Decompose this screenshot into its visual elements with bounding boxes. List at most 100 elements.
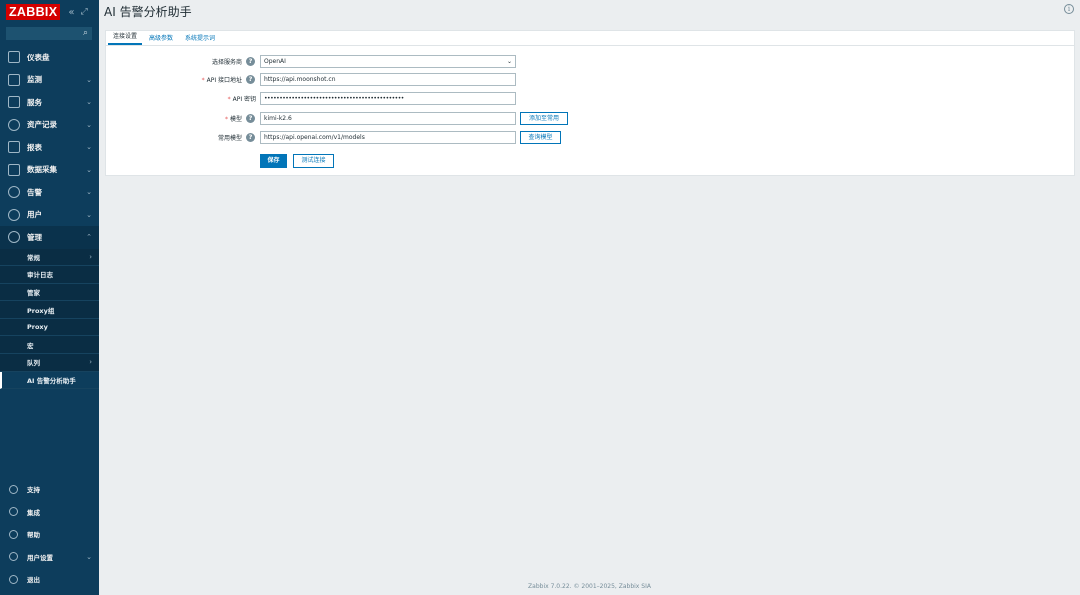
integrations-icon bbox=[9, 507, 18, 517]
chevron-down-icon: ⌄ bbox=[86, 165, 92, 174]
menu-item-label: 帮助 bbox=[27, 531, 40, 540]
menu-item-label: 用户 bbox=[27, 210, 42, 220]
chevron-down-icon: ⌄ bbox=[86, 210, 92, 219]
submenu-item-label: 管家 bbox=[27, 288, 40, 297]
tab-system-prompt[interactable]: 系统提示词 bbox=[180, 33, 220, 45]
bottom-menu: 支持 集成 帮助 用户设置 ⌄ 退出 bbox=[0, 478, 99, 591]
dashboard-icon bbox=[8, 51, 20, 64]
test-connection-button[interactable]: 测试连接 bbox=[293, 154, 334, 168]
user-settings-icon bbox=[9, 552, 18, 562]
provider-select[interactable]: OpenAI ⌄ bbox=[260, 54, 516, 68]
reports-icon bbox=[8, 141, 20, 154]
data-collection-icon bbox=[8, 163, 20, 176]
chevron-down-icon: ⌄ bbox=[86, 188, 92, 196]
administration-icon bbox=[8, 231, 20, 244]
submenu-item-label: Proxy bbox=[27, 323, 48, 332]
submenu-item-queue[interactable]: 队列 › bbox=[0, 354, 99, 372]
menu-item-services[interactable]: 服务 ⌄ bbox=[0, 91, 99, 114]
help-icon[interactable]: ? bbox=[246, 132, 255, 142]
help-icon[interactable]: ? bbox=[246, 56, 255, 66]
model-label: * 模型 bbox=[106, 114, 242, 123]
search-input[interactable] bbox=[7, 28, 77, 39]
menu-item-administration[interactable]: 管理 ⌃ bbox=[0, 226, 99, 249]
chevron-up-icon: ⌃ bbox=[86, 233, 92, 241]
required-mark: * bbox=[227, 95, 231, 103]
menu-item-integrations[interactable]: 集成 bbox=[0, 501, 99, 524]
menu-item-user-settings[interactable]: 用户设置 ⌄ bbox=[0, 546, 99, 569]
menu-item-users[interactable]: 用户 ⌄ bbox=[0, 204, 99, 227]
monitoring-icon bbox=[8, 73, 20, 86]
query-models-button[interactable]: 查询模型 bbox=[520, 130, 561, 144]
menu-item-alerts[interactable]: 告警 ⌄ bbox=[0, 181, 99, 204]
submenu-item-label: AI 告警分析助手 bbox=[27, 376, 76, 385]
api-key-input[interactable]: ••••••••••••••••••••••••••••••••••••••••… bbox=[260, 91, 516, 105]
menu-item-support[interactable]: 支持 bbox=[0, 478, 99, 501]
save-button[interactable]: 保存 bbox=[260, 154, 287, 168]
support-icon bbox=[9, 484, 18, 494]
zabbix-logo[interactable]: ZABBIX bbox=[6, 4, 61, 20]
api-url-input[interactable]: https://api.moonshot.cn bbox=[260, 72, 516, 86]
help-icon[interactable]: ? bbox=[246, 74, 255, 84]
menu-item-label: 资产记录 bbox=[27, 120, 57, 130]
submenu-item-audit-log[interactable]: 审计日志 bbox=[0, 266, 99, 284]
services-icon bbox=[8, 96, 20, 109]
submenu-item-label: 队列 bbox=[27, 359, 40, 368]
inventory-icon bbox=[8, 118, 20, 131]
chevron-down-icon: ⌄ bbox=[86, 75, 92, 84]
tab-advanced-params[interactable]: 高级参数 bbox=[144, 33, 178, 45]
model-label-text: 模型 bbox=[229, 115, 242, 123]
api-key-label-text: API 密钥 bbox=[232, 95, 256, 103]
menu-item-label: 监测 bbox=[27, 75, 42, 85]
submenu-item-label: 常规 bbox=[27, 253, 40, 262]
menu-item-label: 退出 bbox=[27, 576, 40, 585]
main-menu: 仪表盘 监测 ⌄ 服务 ⌄ 资产记录 ⌄ 报表 ⌄ 数据采集 ⌄ 告警 ⌄ 用户… bbox=[0, 46, 99, 390]
menu-item-label: 告警 bbox=[27, 187, 42, 197]
users-icon bbox=[8, 208, 20, 221]
help-icon bbox=[9, 529, 18, 539]
menu-item-data-collection[interactable]: 数据采集 ⌄ bbox=[0, 159, 99, 182]
submenu-item-ai-alert-assistant[interactable]: AI 告警分析助手 bbox=[0, 371, 99, 390]
submenu-item-label: 宏 bbox=[27, 341, 34, 350]
menu-item-label: 数据采集 bbox=[27, 165, 57, 175]
alerts-icon bbox=[8, 186, 20, 199]
menu-item-label: 管理 bbox=[27, 232, 42, 242]
submenu-item-general[interactable]: 常规 › bbox=[0, 249, 99, 267]
menu-item-label: 支持 bbox=[27, 486, 40, 495]
menu-item-reports[interactable]: 报表 ⌄ bbox=[0, 136, 99, 159]
chevron-down-icon: ⌄ bbox=[86, 552, 92, 561]
required-mark: * bbox=[201, 76, 205, 84]
search-icon[interactable]: ⌕ bbox=[83, 28, 88, 39]
model-input[interactable]: kimi-k2.6 bbox=[260, 111, 516, 125]
required-mark: * bbox=[224, 115, 228, 123]
add-to-favorites-button[interactable]: 添加至常用 bbox=[520, 111, 568, 125]
api-url-label-text: API 接口地址 bbox=[206, 76, 242, 84]
settings-panel: 连接设置 高级参数 系统提示词 选择服务商 ? OpenAI ⌄ * API 接口… bbox=[105, 30, 1075, 176]
submenu-item-macros[interactable]: 宏 bbox=[0, 336, 99, 355]
chevron-down-icon: ⌄ bbox=[86, 143, 92, 151]
menu-item-inventory[interactable]: 资产记录 ⌄ bbox=[0, 114, 99, 137]
submenu-item-housekeeping[interactable]: 管家 bbox=[0, 284, 99, 302]
tab-connection-settings[interactable]: 连接设置 bbox=[108, 31, 143, 45]
submenu-item-proxy-groups[interactable]: Proxy组 bbox=[0, 301, 99, 319]
menu-item-dashboards[interactable]: 仪表盘 bbox=[0, 46, 99, 69]
menu-item-label: 用户设置 bbox=[27, 553, 53, 562]
menu-item-sign-out[interactable]: 退出 bbox=[0, 568, 99, 591]
api-key-label: * API 密钥 bbox=[106, 94, 256, 103]
kiosk-mode-icon[interactable]: ⤢ bbox=[80, 7, 87, 17]
menu-item-label: 服务 bbox=[27, 97, 42, 107]
info-icon[interactable]: i bbox=[1064, 4, 1074, 14]
chevron-right-icon: › bbox=[89, 252, 92, 261]
common-models-label: 常用模型 bbox=[217, 134, 242, 142]
help-icon[interactable]: ? bbox=[246, 113, 255, 123]
chevron-right-icon: › bbox=[89, 358, 92, 367]
submenu-item-proxies[interactable]: Proxy bbox=[0, 319, 99, 337]
menu-item-monitoring[interactable]: 监测 ⌄ bbox=[0, 69, 99, 92]
common-models-input[interactable]: https://api.openai.com/v1/models bbox=[260, 130, 516, 144]
menu-item-label: 仪表盘 bbox=[27, 52, 50, 62]
tab-divider bbox=[106, 45, 1074, 46]
logo-row: ZABBIX « ⤢ bbox=[0, 0, 99, 24]
provider-label: 选择服务商 bbox=[211, 58, 242, 66]
collapse-sidebar-icon[interactable]: « bbox=[68, 7, 74, 18]
chevron-down-icon: ⌄ bbox=[86, 120, 92, 129]
menu-item-help[interactable]: 帮助 bbox=[0, 523, 99, 546]
